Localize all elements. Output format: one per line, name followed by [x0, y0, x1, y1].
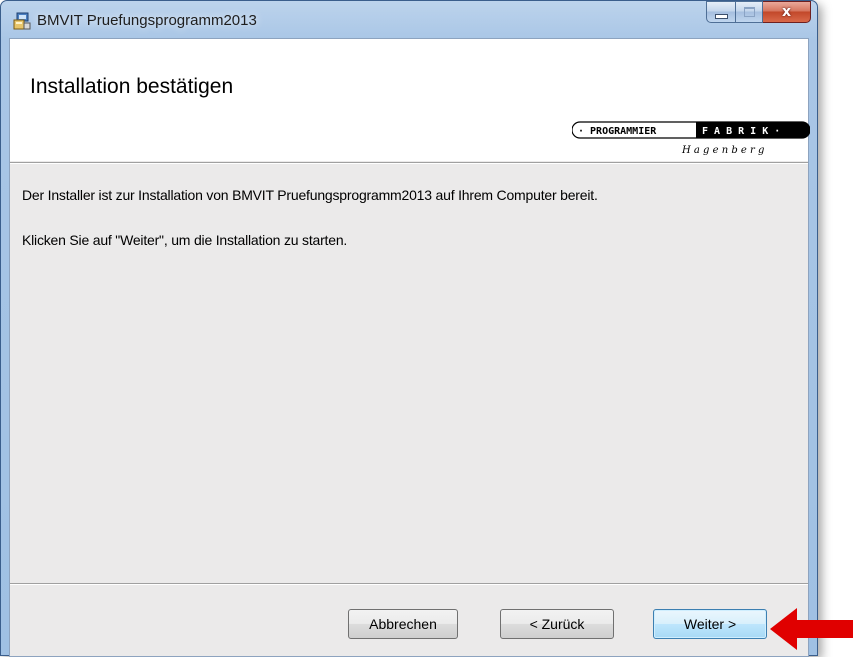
- next-button[interactable]: Weiter >: [653, 609, 767, 639]
- instruction-message: Klicken Sie auf "Weiter", um die Install…: [22, 232, 348, 248]
- window-title: BMVIT Pruefungsprogramm2013: [37, 12, 257, 29]
- footer-divider: [10, 583, 808, 585]
- programmierfabrik-logo: · PROGRAMMIER F A B R I K · H a g e n b …: [572, 121, 810, 156]
- close-button[interactable]: x: [763, 1, 811, 23]
- maximize-icon: [743, 7, 755, 17]
- logo-text-hagenberg: H a g e n b e r g: [681, 145, 764, 156]
- dialog-client-area: Installation bestätigen · PROGRAMMIER F …: [9, 38, 810, 657]
- caption-buttons: x: [706, 1, 811, 23]
- installer-window: BMVIT Pruefungsprogramm2013 x Installati…: [0, 0, 818, 657]
- installer-icon: [13, 12, 31, 30]
- logo-text-right: F A B R I K ·: [702, 126, 780, 137]
- back-button[interactable]: < Zurück: [500, 609, 614, 639]
- logo-text-left: · PROGRAMMIER: [578, 126, 657, 137]
- title-bar[interactable]: BMVIT Pruefungsprogramm2013 x: [1, 1, 817, 37]
- ready-message: Der Installer ist zur Installation von B…: [22, 187, 598, 203]
- minimize-icon: [714, 13, 728, 19]
- red-arrow-icon: [770, 608, 853, 650]
- cancel-button[interactable]: Abbrechen: [348, 609, 458, 639]
- minimize-button[interactable]: [706, 1, 736, 23]
- dialog-header: Installation bestätigen · PROGRAMMIER F …: [10, 39, 810, 161]
- close-icon: x: [781, 4, 792, 20]
- maximize-button[interactable]: [736, 1, 763, 23]
- header-divider: [10, 162, 808, 164]
- page-title: Installation bestätigen: [30, 75, 234, 98]
